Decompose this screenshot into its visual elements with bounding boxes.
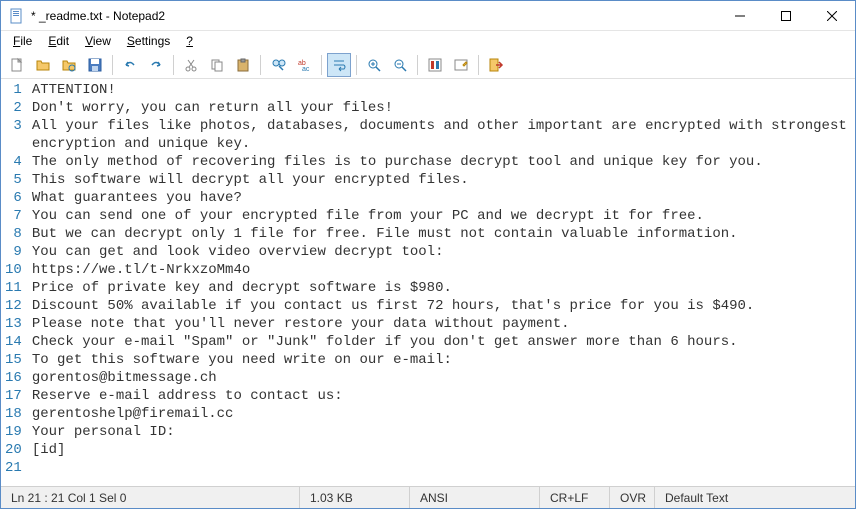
copy-button[interactable] [205,53,229,77]
toolbar-separator [356,55,357,75]
toolbar-separator [417,55,418,75]
status-eol: CR+LF [540,487,610,508]
zoom-in-button[interactable] [362,53,386,77]
new-file-button[interactable] [5,53,29,77]
undo-button[interactable] [118,53,142,77]
text-content[interactable]: ATTENTION!Don't worry, you can return al… [28,79,855,486]
window-title: * _readme.txt - Notepad2 [31,9,717,23]
status-bar: Ln 21 : 21 Col 1 Sel 0 1.03 KB ANSI CR+L… [1,486,855,508]
replace-button[interactable]: abac [292,53,316,77]
find-button[interactable] [266,53,290,77]
toolbar-separator [112,55,113,75]
menu-bar: File Edit View Settings ? [1,31,855,51]
toolbar-separator [321,55,322,75]
menu-view[interactable]: View [77,32,119,50]
status-scheme: Default Text [655,487,855,508]
save-button[interactable] [83,53,107,77]
menu-help[interactable]: ? [178,32,201,50]
exit-button[interactable] [484,53,508,77]
menu-file[interactable]: File [5,32,40,50]
status-encoding: ANSI [410,487,540,508]
toolbar-separator [173,55,174,75]
minimize-button[interactable] [717,1,763,31]
menu-edit[interactable]: Edit [40,32,77,50]
status-position: Ln 21 : 21 Col 1 Sel 0 [1,487,300,508]
toolbar-separator [478,55,479,75]
menu-settings[interactable]: Settings [119,32,178,50]
scheme-button[interactable] [423,53,447,77]
close-button[interactable] [809,1,855,31]
editor-area[interactable]: 123456789101112131415161718192021 ATTENT… [1,79,855,486]
paste-button[interactable] [231,53,255,77]
svg-text:ac: ac [302,66,310,73]
open-button[interactable] [31,53,55,77]
app-icon [9,8,25,24]
zoom-out-button[interactable] [388,53,412,77]
toolbar: abac [1,51,855,79]
title-bar: * _readme.txt - Notepad2 [1,1,855,31]
cut-button[interactable] [179,53,203,77]
redo-button[interactable] [144,53,168,77]
word-wrap-button[interactable] [327,53,351,77]
customize-button[interactable] [449,53,473,77]
browse-button[interactable] [57,53,81,77]
toolbar-separator [260,55,261,75]
maximize-button[interactable] [763,1,809,31]
status-size: 1.03 KB [300,487,410,508]
line-number-gutter: 123456789101112131415161718192021 [1,79,28,486]
status-ovr: OVR [610,487,655,508]
